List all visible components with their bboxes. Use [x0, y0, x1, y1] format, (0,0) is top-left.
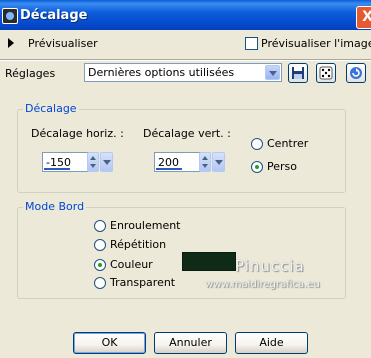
- preview-toggle-arrow-icon[interactable]: [8, 38, 14, 48]
- save-preset-button[interactable]: [288, 63, 308, 83]
- vert-offset-label: Décalage vert. :: [143, 127, 231, 140]
- ok-button[interactable]: OK: [73, 332, 146, 354]
- watermark-name: Pinuccia: [235, 257, 305, 275]
- floppy-disk-icon: [292, 67, 304, 79]
- stepper-arrows-icon[interactable]: [199, 152, 211, 172]
- color-radio[interactable]: [94, 259, 106, 271]
- custom-radio[interactable]: [251, 161, 263, 173]
- preview-image-label[interactable]: Prévisualiser l'image: [261, 37, 371, 50]
- wrap-radio-label[interactable]: Enroulement: [110, 219, 181, 232]
- wrap-radio[interactable]: [94, 220, 106, 232]
- color-swatch[interactable]: [182, 252, 236, 271]
- vert-offset-stepper[interactable]: [199, 152, 225, 172]
- vert-offset-slider-bar[interactable]: [156, 168, 182, 170]
- offset-group-title: Décalage: [23, 102, 79, 115]
- offset-group: [17, 109, 346, 193]
- center-radio[interactable]: [251, 138, 263, 150]
- horiz-offset-label: Décalage horiz. :: [31, 127, 124, 140]
- chevron-down-icon[interactable]: [212, 152, 225, 172]
- edge-mode-group-title: Mode Bord: [23, 200, 87, 213]
- custom-radio-label[interactable]: Perso: [267, 160, 297, 173]
- preview-label[interactable]: Prévisualiser: [28, 37, 98, 50]
- watermark-url: www.maidiregrafica.eu: [205, 279, 320, 290]
- stepper-arrows-icon[interactable]: [87, 152, 99, 172]
- dialog-window: Décalage X Prévisualiser Prévisualiser l…: [0, 0, 371, 358]
- window-title: Décalage: [20, 8, 88, 23]
- reset-arrow-icon: [350, 67, 362, 79]
- cancel-button[interactable]: Annuler: [154, 332, 227, 354]
- title-bar[interactable]: Décalage X: [0, 0, 371, 30]
- randomize-button[interactable]: [316, 63, 336, 83]
- color-radio-label[interactable]: Couleur: [110, 258, 153, 271]
- repeat-radio-label[interactable]: Répétition: [110, 238, 166, 251]
- center-radio-label[interactable]: Centrer: [267, 137, 308, 150]
- transparent-radio-label[interactable]: Transparent: [110, 276, 175, 289]
- preview-image-checkbox[interactable]: [245, 37, 258, 50]
- help-button[interactable]: Aide: [235, 332, 308, 354]
- dice-icon: [319, 66, 333, 80]
- horiz-offset-stepper[interactable]: [87, 152, 113, 172]
- presets-select[interactable]: Dernières options utilisées: [84, 63, 282, 82]
- chevron-down-icon[interactable]: [100, 152, 113, 172]
- divider: [0, 59, 371, 61]
- presets-label: Réglages: [5, 67, 56, 80]
- chevron-down-icon[interactable]: [265, 65, 280, 80]
- presets-selected-value: Dernières options utilisées: [88, 66, 235, 79]
- repeat-radio[interactable]: [94, 239, 106, 251]
- horiz-offset-slider-bar[interactable]: [44, 168, 70, 170]
- reset-button[interactable]: [346, 63, 366, 83]
- transparent-radio[interactable]: [94, 277, 106, 289]
- close-button[interactable]: X: [356, 6, 371, 29]
- app-icon: [2, 8, 18, 24]
